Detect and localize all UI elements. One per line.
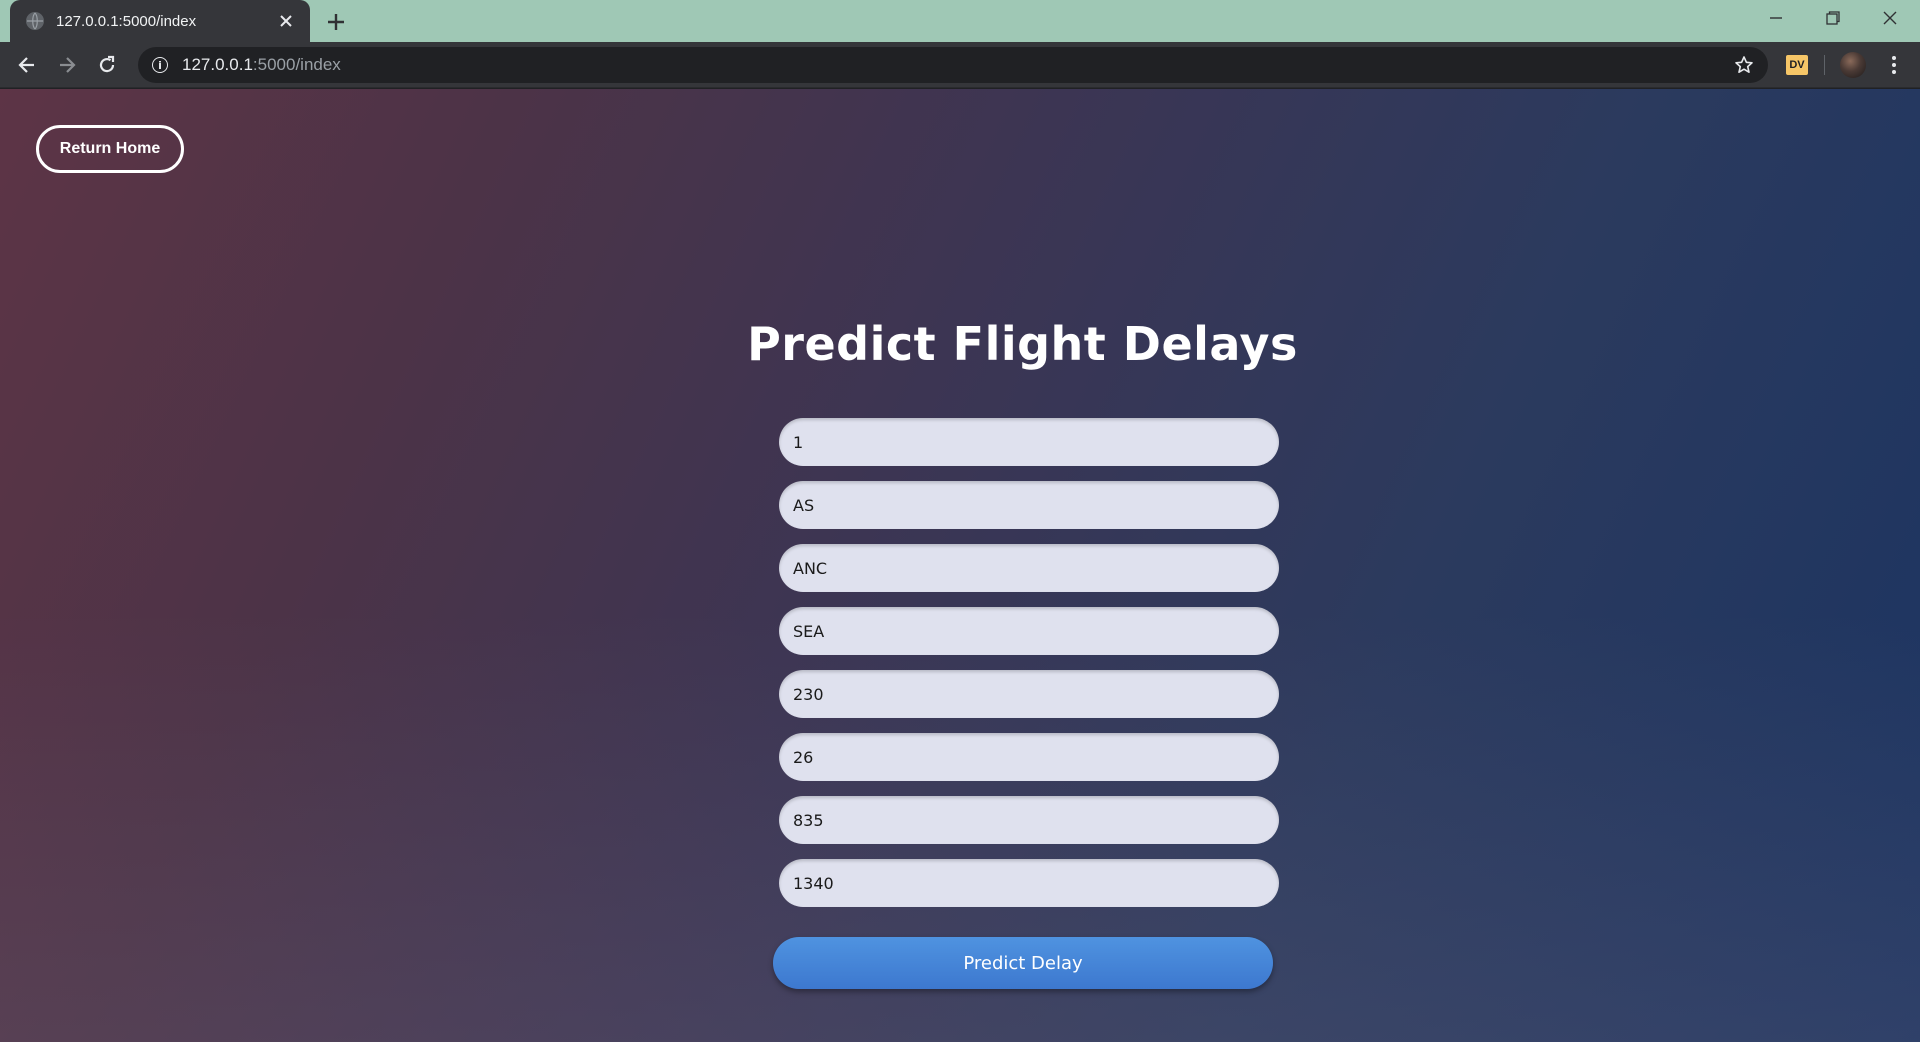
bookmark-star-icon[interactable] xyxy=(1734,55,1754,75)
close-tab-icon[interactable] xyxy=(276,11,296,31)
predict-delay-button[interactable]: Predict Delay xyxy=(773,937,1273,989)
toolbar-divider xyxy=(1824,55,1825,75)
forward-arrow-icon[interactable] xyxy=(51,49,83,81)
profile-avatar[interactable] xyxy=(1840,52,1866,78)
form-field-7[interactable] xyxy=(779,796,1279,844)
tab-title: 127.0.0.1:5000/index xyxy=(56,12,197,30)
address-url: 127.0.0.1:5000/index xyxy=(182,55,341,74)
form-field-4[interactable] xyxy=(779,607,1279,655)
form-field-6[interactable] xyxy=(779,733,1279,781)
page-viewport: Return Home Predict Flight Delays Predic… xyxy=(0,89,1920,1042)
close-window-icon[interactable] xyxy=(1862,0,1918,36)
reload-icon[interactable] xyxy=(91,49,123,81)
prediction-form xyxy=(779,418,1279,922)
form-field-2[interactable] xyxy=(779,481,1279,529)
return-home-button[interactable]: Return Home xyxy=(36,125,184,173)
globe-icon xyxy=(26,12,44,30)
form-field-3[interactable] xyxy=(779,544,1279,592)
page-title: Predict Flight Delays xyxy=(747,317,1298,371)
minimize-icon[interactable] xyxy=(1748,0,1804,36)
restore-icon[interactable] xyxy=(1805,0,1861,36)
browser-menu-icon[interactable] xyxy=(1882,53,1906,77)
browser-toolbar: i 127.0.0.1:5000/index DV xyxy=(0,42,1920,88)
back-arrow-icon[interactable] xyxy=(11,49,43,81)
browser-tab[interactable]: 127.0.0.1:5000/index xyxy=(10,0,310,42)
form-field-1[interactable] xyxy=(779,418,1279,466)
site-info-icon[interactable]: i xyxy=(152,57,168,73)
form-field-5[interactable] xyxy=(779,670,1279,718)
tab-strip: 127.0.0.1:5000/index xyxy=(0,0,1920,42)
new-tab-button[interactable] xyxy=(322,8,350,36)
dv-extension-icon[interactable]: DV xyxy=(1786,55,1808,75)
form-field-8[interactable] xyxy=(779,859,1279,907)
address-bar[interactable]: i 127.0.0.1:5000/index xyxy=(138,47,1768,83)
